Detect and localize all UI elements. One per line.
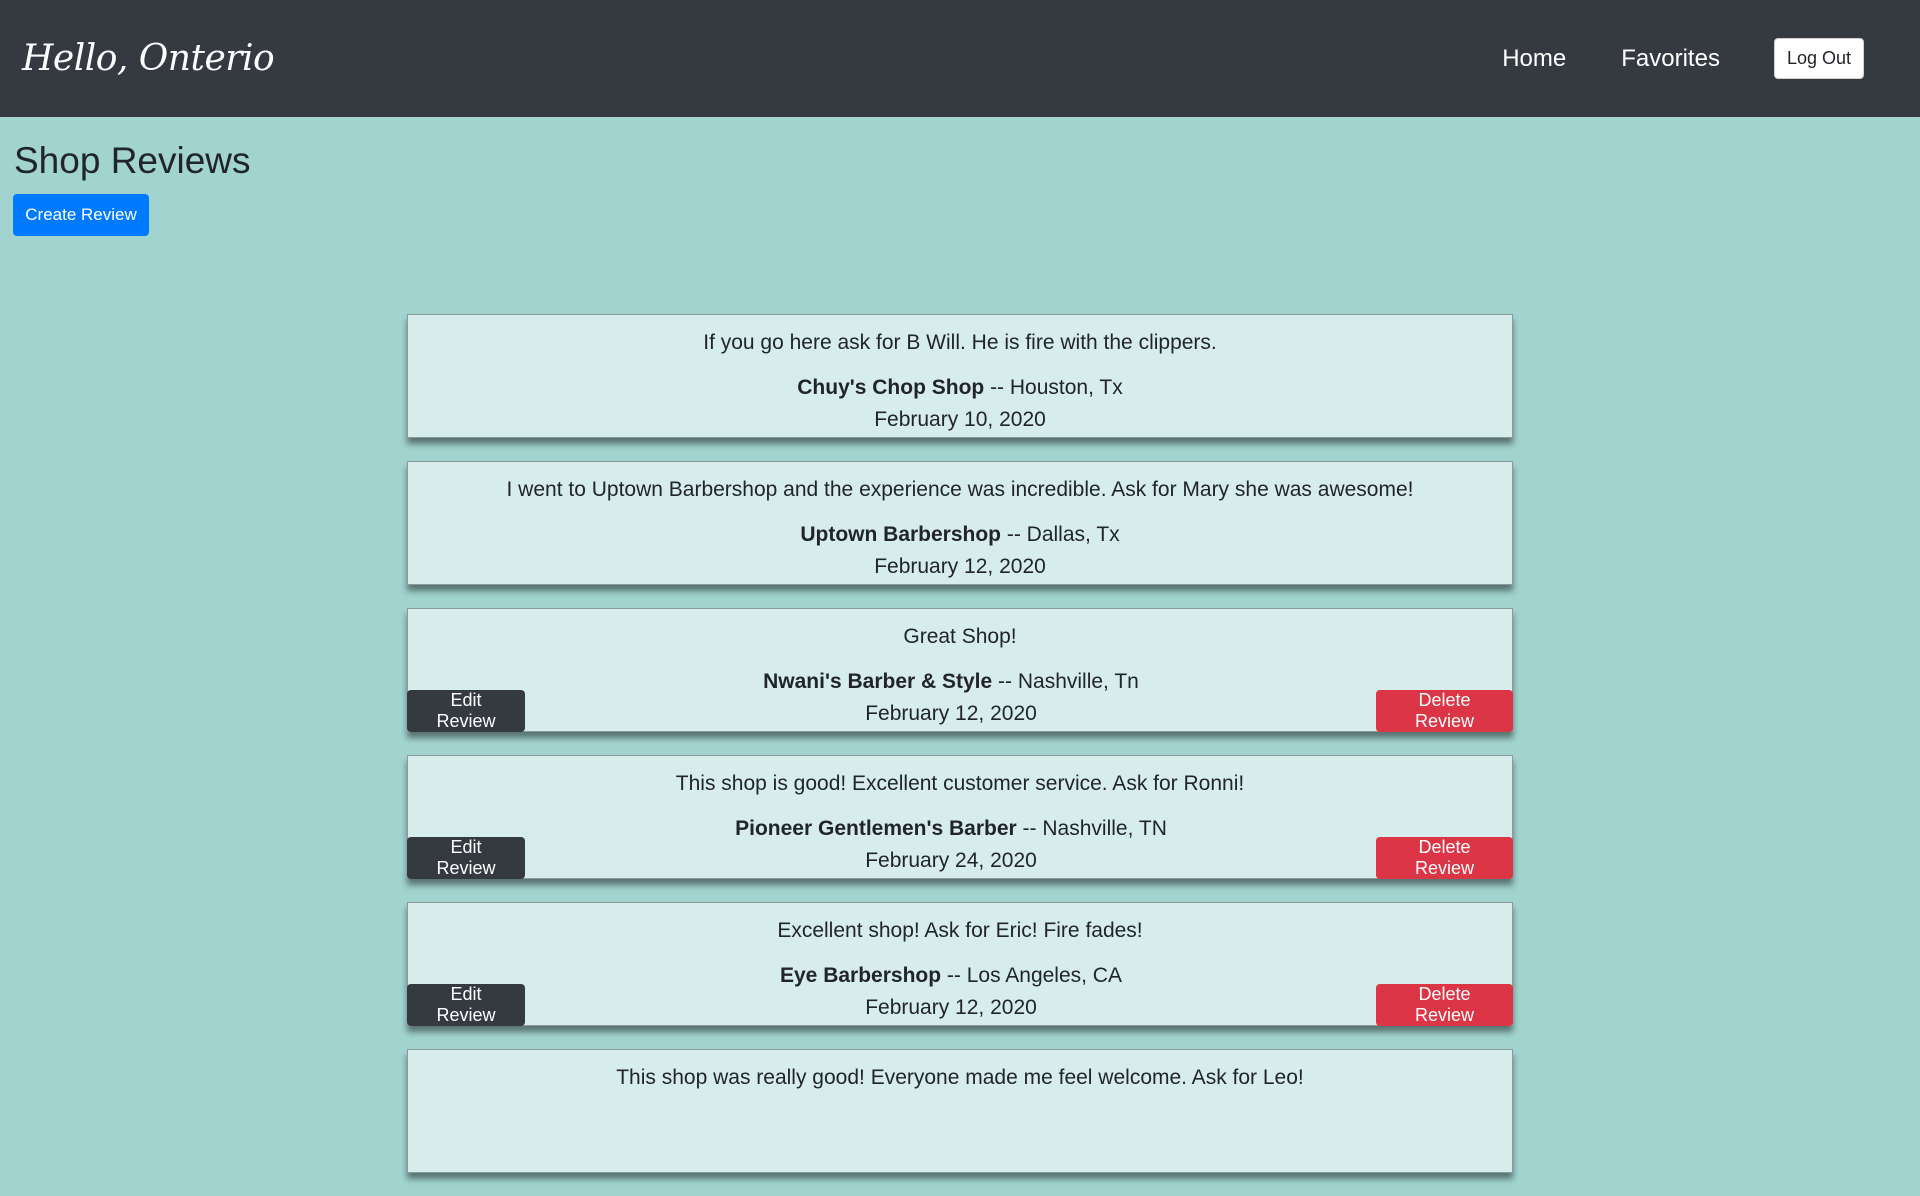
review-text: This shop was really good! Everyone made… — [616, 1066, 1304, 1089]
review-card: This shop was really good! Everyone made… — [407, 1049, 1513, 1173]
review-text: I went to Uptown Barbershop and the expe… — [506, 478, 1414, 501]
top-navbar: Hello, Onterio Home Favorites Log Out — [0, 0, 1920, 117]
shop-name: Eye Barbershop — [780, 964, 942, 987]
review-date: February 12, 2020 — [865, 996, 1037, 1019]
shop-location: -- Los Angeles, CA — [941, 964, 1122, 987]
review-text: Excellent shop! Ask for Eric! Fire fades… — [777, 919, 1143, 942]
review-card: Excellent shop! Ask for Eric! Fire fades… — [407, 902, 1513, 1026]
delete-review-button[interactable]: Delete Review — [1376, 837, 1513, 879]
nav-link-favorites[interactable]: Favorites — [1621, 45, 1720, 73]
page-title: Shop Reviews — [14, 140, 251, 181]
review-list: If you go here ask for B Will. He is fir… — [407, 314, 1513, 1196]
nav-links: Home Favorites Log Out — [1447, 38, 1864, 79]
shop-name: Nwani's Barber & Style — [763, 670, 993, 693]
brand-greeting: Hello, Onterio — [22, 38, 275, 79]
review-card: This shop is good! Excellent customer se… — [407, 755, 1513, 879]
edit-review-button[interactable]: Edit Review — [407, 984, 525, 1026]
review-text: Great Shop! — [903, 625, 1017, 648]
edit-review-button[interactable]: Edit Review — [407, 690, 525, 732]
review-date: February 24, 2020 — [865, 849, 1037, 872]
review-card: Great Shop! Nwani's Barber & Style -- Na… — [407, 608, 1513, 732]
review-date: February 12, 2020 — [874, 555, 1046, 578]
delete-review-button[interactable]: Delete Review — [1376, 984, 1513, 1026]
shop-name: Chuy's Chop Shop — [797, 376, 985, 399]
edit-review-button[interactable]: Edit Review — [407, 837, 525, 879]
shop-name: Uptown Barbershop — [800, 523, 1002, 546]
shop-line: Eye Barbershop -- Los Angeles, CA — [390, 964, 1512, 988]
review-text: This shop is good! Excellent customer se… — [675, 772, 1245, 795]
logout-button[interactable]: Log Out — [1773, 38, 1864, 79]
review-card: I went to Uptown Barbershop and the expe… — [407, 461, 1513, 585]
shop-line: Pioneer Gentlemen's Barber -- Nashville,… — [390, 817, 1512, 841]
shop-name: Pioneer Gentlemen's Barber — [735, 817, 1017, 840]
review-card: If you go here ask for B Will. He is fir… — [407, 314, 1513, 438]
shop-location: -- Nashville, TN — [1016, 817, 1167, 840]
shop-line: Chuy's Chop Shop -- Houston, Tx — [408, 376, 1512, 400]
review-date: February 12, 2020 — [865, 702, 1037, 725]
nav-link-home[interactable]: Home — [1502, 45, 1566, 73]
shop-location: -- Houston, Tx — [984, 376, 1123, 399]
review-date: February 10, 2020 — [874, 408, 1046, 431]
create-review-button[interactable]: Create Review — [13, 194, 149, 236]
shop-line: Nwani's Barber & Style -- Nashville, Tn — [390, 670, 1512, 694]
shop-location: -- Nashville, Tn — [992, 670, 1139, 693]
review-text: If you go here ask for B Will. He is fir… — [703, 331, 1217, 354]
shop-location: -- Dallas, Tx — [1001, 523, 1120, 546]
shop-line: Uptown Barbershop -- Dallas, Tx — [408, 523, 1512, 547]
delete-review-button[interactable]: Delete Review — [1376, 690, 1513, 732]
